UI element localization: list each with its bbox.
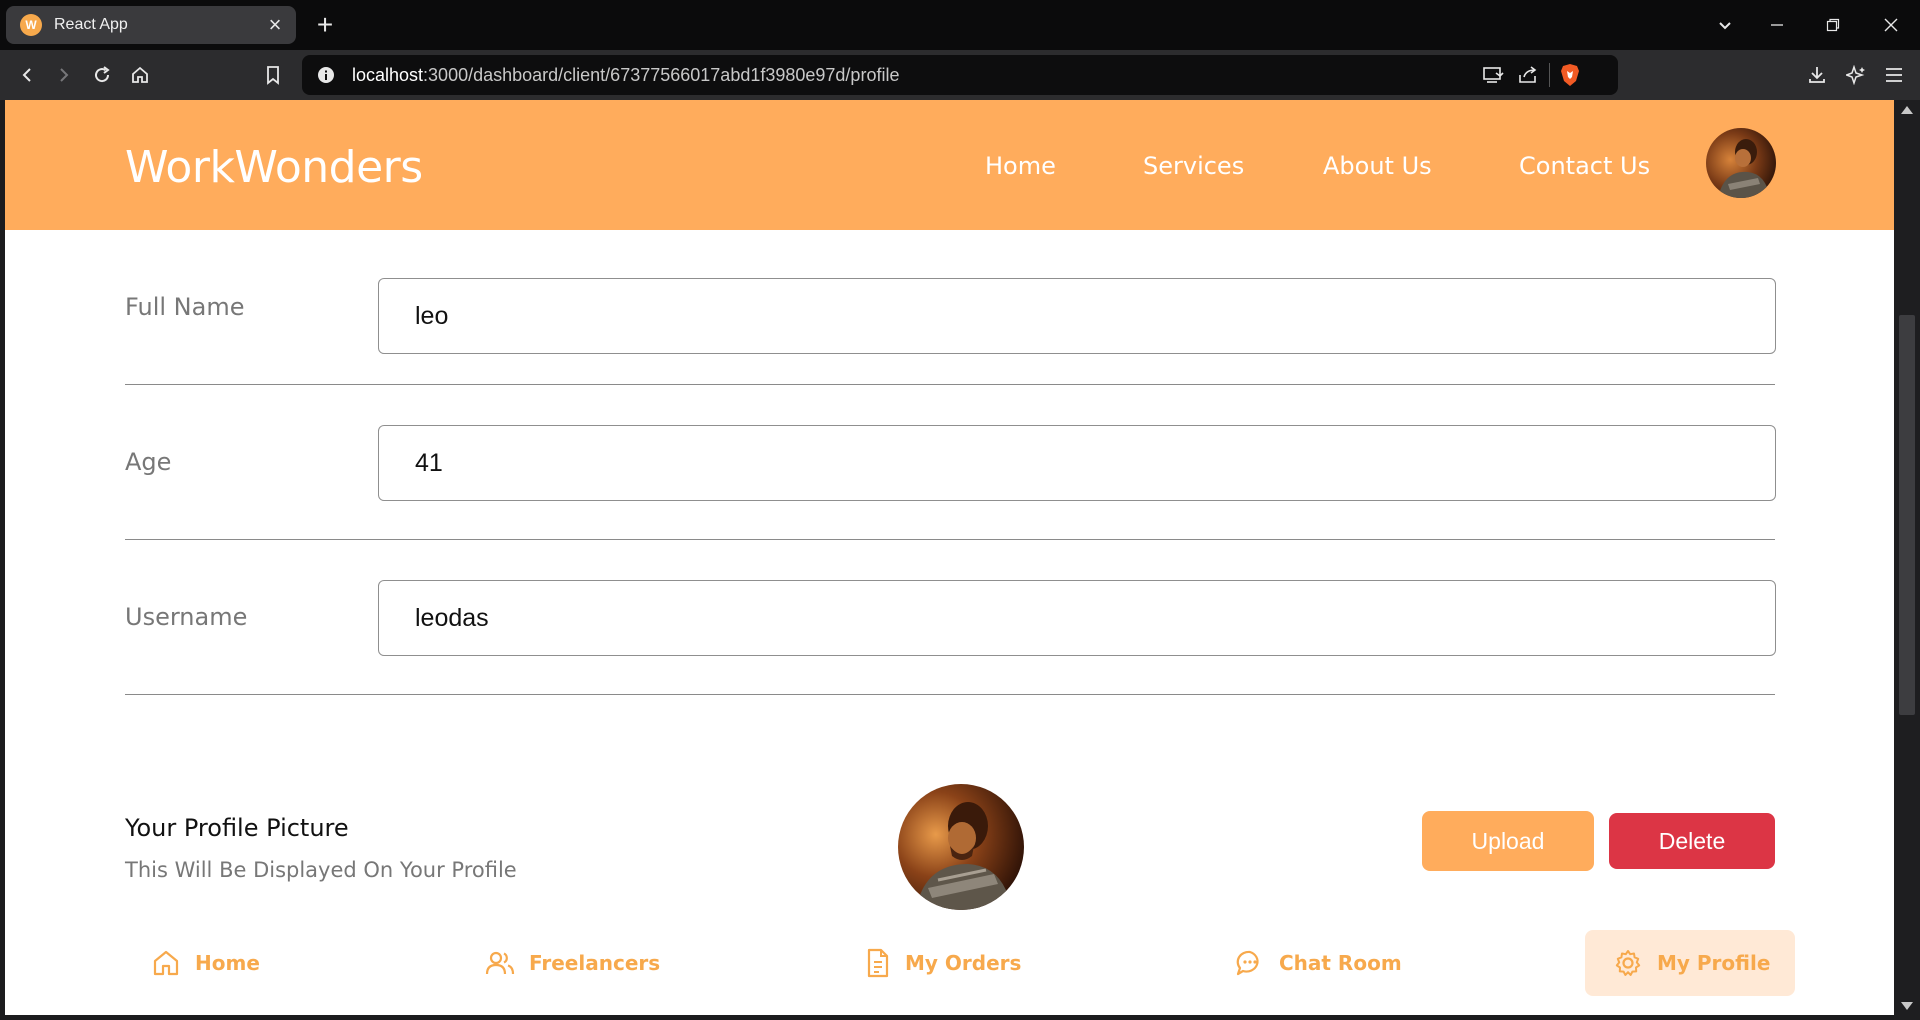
scroll-down-arrow-icon[interactable] xyxy=(1901,1002,1913,1010)
bookmark-icon[interactable] xyxy=(258,60,288,90)
share-icon[interactable] xyxy=(1517,65,1539,90)
restore-icon[interactable] xyxy=(1808,0,1858,50)
page-scrollbar[interactable] xyxy=(1894,100,1920,1020)
profile-picture-avatar xyxy=(898,784,1024,910)
scroll-up-arrow-icon[interactable] xyxy=(1901,106,1913,114)
header-avatar[interactable] xyxy=(1706,128,1776,198)
bottom-nav-profile[interactable]: My Profile xyxy=(1585,930,1796,996)
site-info-icon[interactable] xyxy=(306,66,346,84)
downloads-icon[interactable] xyxy=(1802,60,1832,90)
reload-icon[interactable] xyxy=(87,60,117,90)
upload-button[interactable]: Upload xyxy=(1422,811,1594,871)
age-label: Age xyxy=(125,448,172,476)
bottom-nav-freelancers-label: Freelancers xyxy=(529,951,661,975)
tab-title: React App xyxy=(54,16,128,33)
bottom-nav-orders-label: My Orders xyxy=(905,951,1022,975)
forward-icon[interactable] xyxy=(49,60,79,90)
username-input[interactable] xyxy=(378,580,1776,656)
age-input[interactable] xyxy=(378,425,1776,501)
close-window-icon[interactable] xyxy=(1866,0,1916,50)
profile-picture-title: Your Profile Picture xyxy=(125,814,349,842)
form-row-age: Age xyxy=(125,385,1776,540)
bottom-nav-home-label: Home xyxy=(195,951,260,975)
document-icon xyxy=(867,948,889,978)
nav-link-about-us[interactable]: About Us xyxy=(1323,152,1432,180)
minimize-icon[interactable] xyxy=(1752,0,1802,50)
bottom-nav-home[interactable]: Home xyxy=(151,930,260,996)
brand-logo[interactable]: WorkWonders xyxy=(125,142,423,193)
bottom-nav-profile-label: My Profile xyxy=(1657,951,1771,975)
form-row-full-name: Full Name xyxy=(125,230,1776,385)
close-tab-icon[interactable]: × xyxy=(264,14,286,36)
window-bottom-edge xyxy=(0,1015,1894,1020)
bottom-nav-chat[interactable]: Chat Room xyxy=(1235,930,1402,996)
browser-tab[interactable]: W React App × xyxy=(6,6,296,44)
nav-link-home[interactable]: Home xyxy=(985,152,1056,180)
install-app-icon[interactable] xyxy=(1482,65,1504,90)
bottom-nav-chat-label: Chat Room xyxy=(1279,951,1402,975)
new-tab-icon[interactable]: + xyxy=(311,11,339,39)
profile-picture-section: Your Profile Picture This Will Be Displa… xyxy=(125,780,1775,920)
users-icon xyxy=(485,951,515,975)
bottom-nav: Home Freelancers My Orders Chat Room My … xyxy=(5,930,1894,1015)
home-icon[interactable] xyxy=(125,60,155,90)
nav-link-contact-us[interactable]: Contact Us xyxy=(1519,152,1650,180)
delete-button[interactable]: Delete xyxy=(1609,813,1775,869)
home-icon xyxy=(153,950,179,976)
brave-shield-icon[interactable] xyxy=(1559,63,1581,92)
menu-icon[interactable] xyxy=(1879,60,1909,90)
url-divider xyxy=(1549,63,1550,87)
bottom-nav-freelancers[interactable]: Freelancers xyxy=(485,930,660,996)
profile-picture-subtitle: This Will Be Displayed On Your Profile xyxy=(125,858,517,882)
site-header: WorkWonders Home Services About Us Conta… xyxy=(5,100,1894,230)
leo-ai-icon[interactable] xyxy=(1841,60,1871,90)
nav-link-services[interactable]: Services xyxy=(1143,152,1244,180)
gear-icon xyxy=(1615,950,1641,976)
bottom-nav-orders[interactable]: My Orders xyxy=(865,930,1021,996)
scrollbar-thumb[interactable] xyxy=(1899,315,1915,715)
form-row-username: Username xyxy=(125,540,1776,695)
favicon-icon: W xyxy=(20,14,42,36)
username-label: Username xyxy=(125,603,248,631)
browser-tab-bar: W React App × + xyxy=(0,0,1920,50)
url-text: localhost:3000/dashboard/client/67377566… xyxy=(352,64,900,85)
page-viewport: WorkWonders Home Services About Us Conta… xyxy=(5,100,1894,1015)
chat-bubble-icon xyxy=(1236,950,1259,976)
browser-toolbar: localhost:3000/dashboard/client/67377566… xyxy=(0,50,1920,100)
full-name-input[interactable] xyxy=(378,278,1776,354)
tab-list-chevron-icon[interactable] xyxy=(1700,0,1750,50)
back-icon[interactable] xyxy=(12,60,42,90)
full-name-label: Full Name xyxy=(125,293,245,321)
address-bar[interactable]: localhost:3000/dashboard/client/67377566… xyxy=(302,55,1618,95)
